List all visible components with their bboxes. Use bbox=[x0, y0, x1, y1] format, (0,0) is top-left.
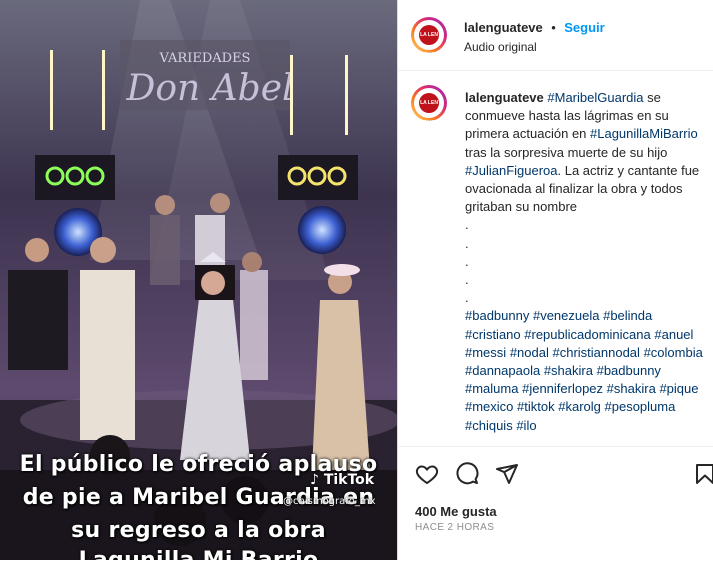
avatar[interactable]: LA LEN GUA bbox=[411, 17, 447, 58]
separator-dot: • bbox=[551, 20, 556, 35]
caption-avatar[interactable]: LA LEN GUA bbox=[411, 85, 447, 126]
hashtag-link[interactable]: #ilo bbox=[516, 418, 536, 433]
caption-avatar-logo: LA LEN GUA bbox=[419, 93, 439, 126]
action-bar: 400 Me gusta HACE 2 HORAS bbox=[398, 446, 713, 561]
caption-line: Lagunilla Mi Barrio bbox=[0, 548, 397, 560]
hashtag-link[interactable]: #badbunny bbox=[465, 308, 529, 323]
hashtag-link[interactable]: #venezuela bbox=[533, 308, 600, 323]
tiktok-label: TikTok bbox=[323, 472, 375, 488]
caption-dot: . bbox=[465, 290, 469, 306]
hashtag-link[interactable]: #karolg bbox=[558, 399, 601, 414]
avatar-logo: LA LEN GUA bbox=[419, 25, 439, 58]
post-caption: lalenguateve #MaribelGuardia se conmueve… bbox=[465, 89, 705, 435]
like-heart-icon[interactable] bbox=[415, 462, 439, 486]
hashtag-link[interactable]: #shakira bbox=[544, 363, 593, 378]
caption-dot: . bbox=[465, 272, 469, 288]
comment-icon[interactable] bbox=[455, 462, 479, 486]
follow-button[interactable]: Seguir bbox=[564, 20, 604, 35]
caption-dot: . bbox=[465, 235, 469, 251]
tiktok-watermark: ♪ TikTok bbox=[310, 472, 374, 488]
tiktok-username: @chismografo_mx bbox=[283, 496, 376, 507]
header-username[interactable]: lalenguateve bbox=[464, 20, 543, 35]
save-bookmark-icon[interactable] bbox=[693, 462, 713, 486]
hashtag-link[interactable]: #republicadominicana bbox=[524, 327, 650, 342]
sign-text: Don Abel bbox=[125, 68, 293, 109]
caption-line: su regreso a la obra bbox=[71, 518, 326, 543]
hashtag-link[interactable]: #mexico bbox=[465, 399, 513, 414]
hashtag-link[interactable]: #colombia bbox=[644, 345, 703, 360]
share-icon[interactable] bbox=[495, 462, 519, 486]
hashtag-link[interactable]: #cristiano bbox=[465, 327, 521, 342]
hashtag-link[interactable]: #jenniferlopez bbox=[522, 381, 603, 396]
hashtag-link[interactable]: #JulianFigueroa bbox=[465, 163, 558, 178]
hashtag-link[interactable]: #tiktok bbox=[517, 399, 555, 414]
hashtag-link[interactable]: #maluma bbox=[465, 381, 518, 396]
post-side-panel: LA LEN GUA lalenguateve • Seguir Audio o… bbox=[397, 0, 713, 560]
hashtag-link[interactable]: #pique bbox=[659, 381, 698, 396]
post-video[interactable]: VARIEDADES Don Abel El público le ofreci… bbox=[0, 0, 397, 560]
caption-dot: . bbox=[465, 253, 469, 269]
hashtag-link[interactable]: #anuel bbox=[654, 327, 693, 342]
hashtag-link[interactable]: #messi bbox=[465, 345, 506, 360]
hashtag-link[interactable]: #dannapaola bbox=[465, 363, 540, 378]
hashtag-link[interactable]: #christiannodal bbox=[552, 345, 639, 360]
hashtag-link[interactable]: #belinda bbox=[603, 308, 652, 323]
hashtag-link[interactable]: #chiquis bbox=[465, 418, 513, 433]
hashtag-link[interactable]: #shakira bbox=[607, 381, 656, 396]
hashtag-link[interactable]: #nodal bbox=[510, 345, 549, 360]
post-header: LA LEN GUA lalenguateve • Seguir Audio o… bbox=[398, 0, 713, 71]
post-timestamp[interactable]: HACE 2 HORAS bbox=[415, 522, 494, 533]
caption-username[interactable]: lalenguateve bbox=[465, 90, 544, 105]
hashtag-link[interactable]: #badbunny bbox=[597, 363, 661, 378]
tiktok-icon: ♪ bbox=[310, 472, 319, 488]
caption-text: tras la sorpresiva muerte de su hijo bbox=[465, 144, 668, 160]
likes-count[interactable]: 400 Me gusta bbox=[415, 504, 497, 519]
caption-dot: . bbox=[465, 217, 469, 233]
hashtag-link[interactable]: #LagunillaMiBarrio bbox=[590, 126, 698, 141]
hashtag-link[interactable]: #pesopluma bbox=[605, 399, 676, 414]
hashtag-link[interactable]: #MaribelGuardia bbox=[547, 90, 643, 105]
sign-top-text: VARIEDADES bbox=[159, 51, 251, 66]
post-caption-area[interactable]: LA LEN GUA lalenguateve #MaribelGuardia … bbox=[398, 71, 713, 446]
audio-label[interactable]: Audio original bbox=[464, 40, 537, 54]
